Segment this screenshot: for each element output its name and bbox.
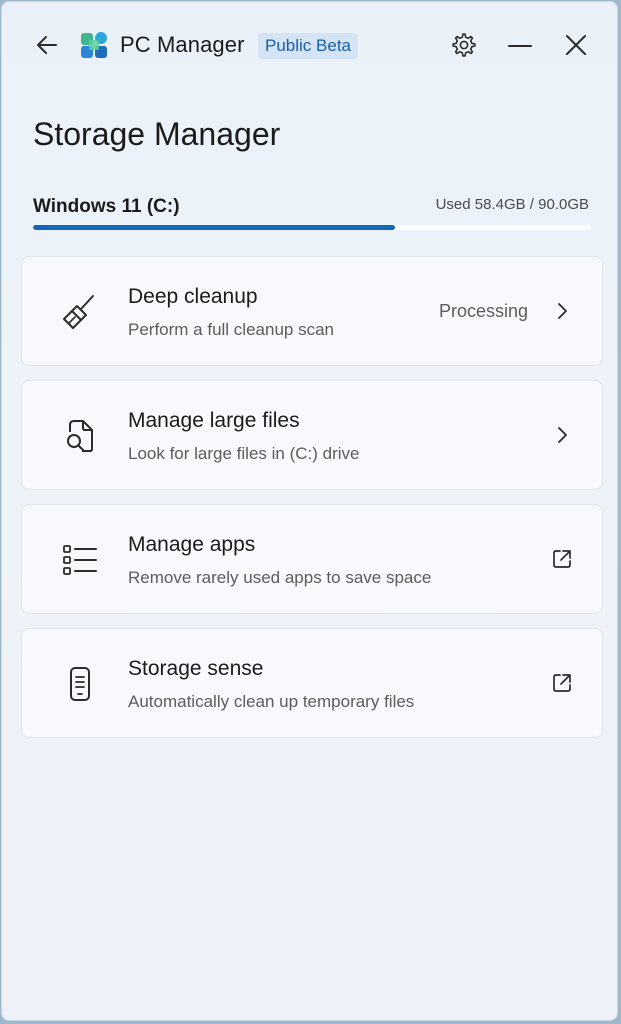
list-icon [60, 540, 100, 580]
chevron-right-icon [548, 297, 576, 325]
chevron-right-icon [548, 421, 576, 449]
drive-usage-text: Used 58.4GB / 90.0GB [435, 196, 589, 213]
card-title: Storage sense [128, 657, 264, 680]
card-description: Automatically clean up temporary files [128, 692, 415, 711]
external-link-icon [548, 545, 576, 573]
minimize-icon [508, 45, 532, 47]
storage-usage-bar [33, 225, 591, 230]
minimize-button[interactable] [502, 27, 538, 63]
broom-icon [60, 292, 100, 332]
public-beta-badge: Public Beta [258, 33, 358, 59]
title-bar: PC Manager Public Beta [2, 2, 617, 88]
file-search-icon [60, 416, 100, 456]
card-description: Remove rarely used apps to save space [128, 568, 432, 587]
back-button[interactable] [29, 27, 65, 63]
pc-manager-window: PC Manager Public Beta Storage Manager W… [1, 1, 618, 1021]
deep-cleanup-card[interactable]: Deep cleanup Perform a full cleanup scan… [21, 256, 603, 366]
card-description: Look for large files in (C:) drive [128, 444, 360, 463]
drive-name: Windows 11 (C:) [33, 196, 180, 217]
storage-usage-fill [33, 225, 396, 230]
page-title: Storage Manager [33, 116, 281, 152]
manage-apps-card[interactable]: Manage apps Remove rarely used apps to s… [21, 504, 603, 614]
pc-manager-logo-icon [81, 32, 107, 58]
manage-large-files-card[interactable]: Manage large files Look for large files … [21, 380, 603, 490]
external-link-icon [548, 669, 576, 697]
settings-button[interactable] [446, 27, 482, 63]
app-title: PC Manager [120, 32, 245, 57]
close-button[interactable] [558, 27, 594, 63]
storage-sense-card[interactable]: Storage sense Automatically clean up tem… [21, 628, 603, 738]
arrow-left-icon [37, 36, 57, 54]
close-icon [566, 35, 586, 55]
card-title: Manage apps [128, 533, 256, 556]
card-title: Manage large files [128, 409, 300, 432]
card-title: Deep cleanup [128, 285, 258, 308]
processing-status: Processing [438, 301, 528, 321]
card-description: Perform a full cleanup scan [128, 320, 334, 339]
gear-icon [452, 33, 476, 57]
phone-storage-icon [60, 664, 100, 704]
